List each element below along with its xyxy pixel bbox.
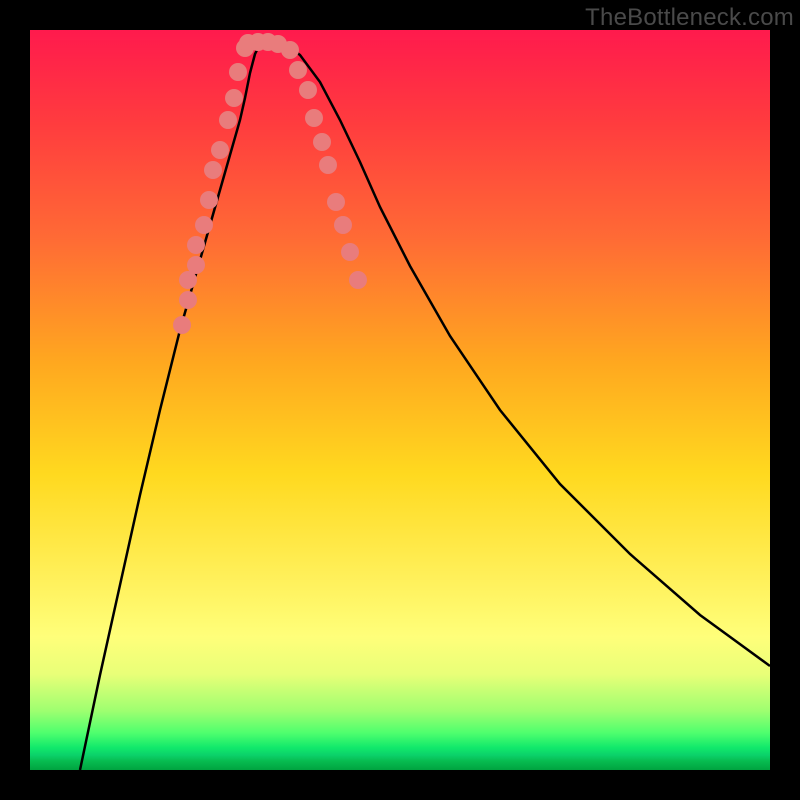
- data-dot: [313, 133, 331, 151]
- data-dot: [225, 89, 243, 107]
- data-dot: [187, 236, 205, 254]
- plot-area: [30, 30, 770, 770]
- data-dot: [334, 216, 352, 234]
- data-dot: [187, 256, 205, 274]
- data-dot: [327, 193, 345, 211]
- data-dot: [200, 191, 218, 209]
- data-dot: [305, 109, 323, 127]
- data-dot: [229, 63, 247, 81]
- chart-svg: [30, 30, 770, 770]
- data-dot: [211, 141, 229, 159]
- curve-path: [80, 42, 770, 770]
- data-dot: [289, 61, 307, 79]
- data-dot: [299, 81, 317, 99]
- data-dot: [173, 316, 191, 334]
- data-dot: [219, 111, 237, 129]
- chart-frame: TheBottleneck.com: [0, 0, 800, 800]
- watermark-text: TheBottleneck.com: [585, 4, 794, 32]
- data-dot: [349, 271, 367, 289]
- dots-group: [173, 33, 367, 334]
- data-dot: [281, 41, 299, 59]
- data-dot: [341, 243, 359, 261]
- data-dot: [179, 291, 197, 309]
- data-dot: [195, 216, 213, 234]
- data-dot: [204, 161, 222, 179]
- data-dot: [319, 156, 337, 174]
